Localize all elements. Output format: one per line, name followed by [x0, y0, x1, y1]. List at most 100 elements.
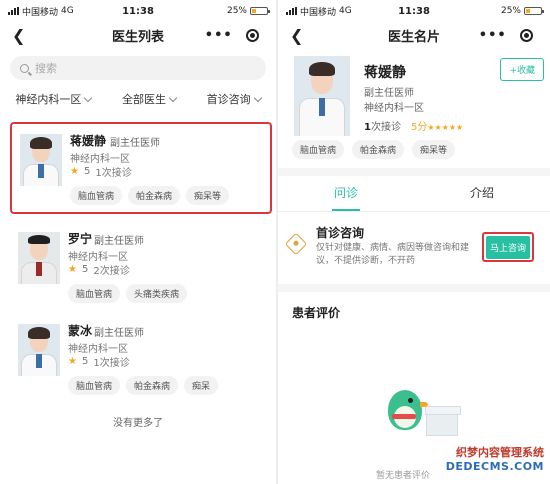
doctor-profile: 蒋媛静 副主任医师 神经内科一区 1次接诊 5分★★★★★ +收藏 脑血管病 帕… — [278, 48, 550, 168]
doctor-dept: 神经内科一区 — [70, 154, 130, 165]
doctor-list-screen: 中国移动 4G 11:38 25% ❮ 医生列表 ••• 搜索 神经内科一区 全… — [0, 0, 276, 484]
status-right: 25% — [501, 6, 544, 16]
consult-count: 1次接诊 — [364, 122, 401, 133]
consult-now-button[interactable]: 马上咨询 — [485, 235, 530, 259]
filter-department[interactable]: 神经内科一区 — [15, 91, 93, 107]
status-bar: 中国移动 4G 11:38 25% — [0, 0, 276, 22]
nav-bar: ❮ 医生名片 ••• — [278, 22, 550, 48]
watermark-line-1: 织梦内容管理系统 — [456, 446, 544, 459]
specialty-tag: 帕金森病 — [126, 376, 179, 395]
star-icon: ★ — [68, 264, 77, 275]
consult-diamond-icon — [284, 232, 308, 256]
filter-label: 神经内科一区 — [15, 93, 82, 106]
battery-percent: 25% — [226, 6, 247, 16]
doctor-stats: 1次接诊 5分★★★★★ — [364, 118, 463, 133]
search-icon — [20, 63, 29, 73]
doctor-title: 副主任医师 — [94, 328, 144, 339]
tab-intro[interactable]: 介绍 — [414, 176, 550, 211]
doctor-title: 副主任医师 — [94, 236, 144, 247]
mini-program-capsule: ••• — [198, 25, 266, 46]
specialty-tag: 脑血管病 — [68, 284, 121, 303]
filter-label: 全部医生 — [121, 93, 166, 106]
specialty-tag: 痴呆等 — [186, 186, 230, 205]
signal-group: 中国移动 4G — [286, 5, 352, 18]
star-icon: ★ — [68, 356, 77, 367]
search-input[interactable]: 搜索 — [10, 56, 266, 80]
doctor-avatar — [18, 324, 60, 376]
page-title: 医生名片 — [387, 29, 440, 45]
doctor-score: 5分★★★★★ — [410, 122, 464, 133]
filter-doctor-type[interactable]: 全部医生 — [121, 91, 178, 107]
specialty-tag: 脑血管病 — [292, 140, 345, 159]
empty-state-mascot — [376, 384, 462, 448]
battery-icon — [524, 7, 544, 15]
battery-icon — [250, 7, 270, 15]
doctor-name: 蒙冰 — [68, 324, 93, 338]
doctor-tags: 脑血管病 帕金森病 痴呆 — [68, 376, 219, 395]
doctor-title: 副主任医师 — [364, 88, 414, 99]
doctor-name: 蒋媛静 — [364, 65, 406, 81]
chevron-down-icon — [168, 93, 178, 102]
network-label: 4G — [339, 6, 352, 16]
doctor-card[interactable]: 蒙冰 副主任医师 神经内科一区 ★ 5 1次接诊 脑血管病 帕金森病 痴呆 — [10, 314, 272, 406]
filter-label: 首诊咨询 — [206, 93, 251, 106]
list-end-text: 没有更多了 — [113, 418, 163, 429]
search-placeholder: 搜索 — [35, 62, 57, 75]
doctor-card[interactable]: 罗宁 副主任医师 神经内科一区 ★ 5 2次接诊 脑血管病 头痛类疾病 — [10, 222, 272, 314]
page-title: 医生列表 — [111, 29, 164, 45]
close-target-icon[interactable] — [520, 29, 534, 42]
watermark-line-2: DEDECMS.COM — [445, 460, 544, 473]
chevron-down-icon — [253, 93, 262, 102]
consult-description: 仅针对健康、病情、病因等做咨询和建议，不提供诊断，不开药 — [316, 243, 470, 266]
nav-bar: ❮ 医生列表 ••• — [0, 22, 276, 48]
doctor-stats: ★ 5 2次接诊 — [68, 262, 130, 277]
doctor-rating: 5 — [81, 356, 89, 367]
empty-hint-text: 暂无患者评价 — [376, 471, 431, 481]
status-bar: 中国移动 4G 11:38 25% — [278, 0, 550, 22]
specialty-tag: 痴呆等 — [412, 140, 456, 159]
tab-bar: 问诊 介绍 — [278, 176, 550, 212]
more-icon[interactable]: ••• — [205, 28, 233, 43]
watermark: 织梦内容管理系统 DEDECMS.COM — [446, 444, 544, 473]
doctor-consults: 1次接诊 — [95, 168, 132, 179]
network-label: 4G — [61, 6, 74, 16]
section-separator — [278, 168, 550, 176]
specialty-tag: 脑血管病 — [68, 376, 121, 395]
doctor-rating: 5 — [83, 166, 91, 177]
doctor-avatar — [294, 56, 350, 136]
reviews-heading: 患者评价 — [292, 306, 341, 320]
carrier-label: 中国移动 — [300, 7, 337, 18]
doctor-dept: 神经内科一区 — [364, 103, 424, 114]
back-icon[interactable]: ❮ — [12, 26, 25, 45]
close-target-icon[interactable] — [246, 29, 260, 42]
specialty-tag: 头痛类疾病 — [126, 284, 188, 303]
doctor-stats: ★ 5 1次接诊 — [70, 164, 132, 179]
doctor-tags: 脑血管病 帕金森病 痴呆等 — [70, 186, 230, 205]
more-icon[interactable]: ••• — [479, 28, 507, 43]
mini-program-capsule: ••• — [472, 25, 540, 46]
signal-icon — [286, 7, 297, 15]
back-icon[interactable]: ❮ — [290, 26, 303, 45]
status-right: 25% — [226, 6, 270, 16]
tab-consult[interactable]: 问诊 — [278, 176, 414, 211]
doctor-title: 副主任医师 — [110, 138, 160, 149]
signal-group: 中国移动 4G — [8, 5, 74, 18]
doctor-name: 蒋媛静 — [70, 134, 107, 148]
carrier-label: 中国移动 — [22, 7, 59, 18]
chevron-down-icon — [84, 93, 93, 102]
section-separator — [278, 284, 550, 292]
consult-title: 首诊咨询 — [316, 226, 365, 240]
doctor-avatar — [20, 134, 62, 186]
consult-service: 首诊咨询 仅针对健康、病情、病因等做咨询和建议，不提供诊断，不开药 马上咨询 — [278, 212, 550, 284]
filter-service[interactable]: 首诊咨询 — [206, 91, 262, 107]
doctor-rating: 5 — [81, 264, 89, 275]
doctor-dept: 神经内科一区 — [68, 344, 128, 355]
filter-bar: 神经内科一区 全部医生 首诊咨询 — [0, 91, 276, 107]
doctor-tags: 脑血管病 头痛类疾病 — [68, 284, 188, 303]
doctor-card[interactable]: 蒋媛静 副主任医师 神经内科一区 ★ 5 1次接诊 脑血管病 帕金森病 痴呆等 — [10, 122, 272, 214]
specialty-tag: 帕金森病 — [352, 140, 405, 159]
specialty-tag: 痴呆 — [184, 376, 219, 395]
favorite-button[interactable]: +收藏 — [500, 58, 544, 81]
specialty-tag: 脑血管病 — [70, 186, 123, 205]
doctor-stats: ★ 5 1次接诊 — [68, 354, 130, 369]
